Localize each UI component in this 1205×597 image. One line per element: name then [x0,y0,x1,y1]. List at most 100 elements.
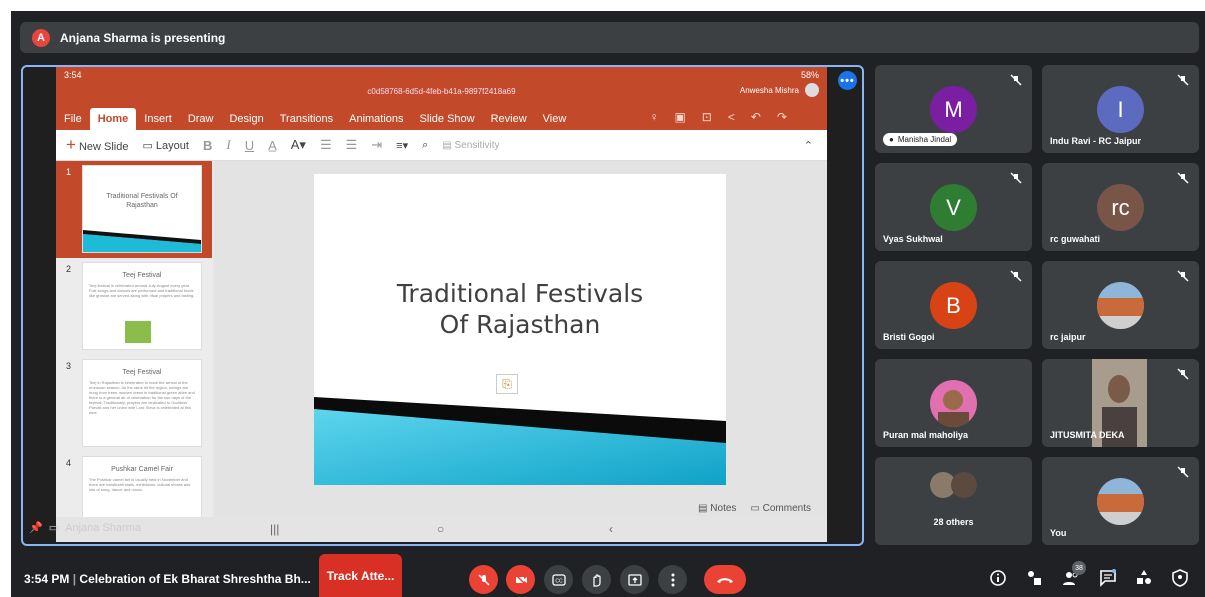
new-slide-button[interactable]: + New Slide [66,135,128,155]
underline-button[interactable]: U [245,138,254,153]
align-icon[interactable]: ≡▾ [396,139,408,152]
file-name: c0d58768-6d5d-4feb-b41a-9897f2418a69 [367,87,516,96]
tab-file[interactable]: File [56,108,90,130]
tab-design[interactable]: Design [221,108,271,130]
more-options-button[interactable] [658,565,687,594]
notes-button[interactable]: ▤ Notes [698,503,736,514]
slide-number: 4 [66,458,72,468]
redo-icon[interactable]: ↷ [777,110,787,124]
clock-time: 3:54 PM [24,572,70,586]
tab-slide-show[interactable]: Slide Show [412,108,483,130]
pin-icon[interactable]: 📌 [29,521,43,534]
camera-toggle-button[interactable] [506,565,535,594]
mic-off-icon [1177,270,1189,282]
bullets-icon[interactable]: ☰ [320,137,332,153]
save-icon[interactable]: ▣ [674,110,685,124]
more-options-icon[interactable]: ••• [838,71,857,90]
activities-icon[interactable] [1135,569,1153,587]
bold-button[interactable]: B [203,138,212,153]
share-icon[interactable]: < [728,110,735,124]
numbering-icon[interactable]: ☰ [346,137,358,153]
indent-icon[interactable]: ⇥ [371,137,382,153]
recent-apps-icon[interactable]: ||| [270,522,279,536]
thumbnail-card: Pushkar Camel Fair The Pushkar camel fai… [82,456,202,517]
current-slide[interactable]: Traditional Festivals Of Rajasthan ⎘ [314,174,726,485]
ppt-user-name: Anwesha Mishra [739,86,799,95]
thumbnail-stripe [83,230,201,252]
participant-tile-rc-guwahati[interactable]: rc rc guwahati [1042,163,1199,251]
info-icon[interactable] [989,569,1007,587]
tab-insert[interactable]: Insert [136,108,180,130]
plus-icon: + [66,135,76,154]
captions-button[interactable]: CC [544,565,573,594]
back-nav-icon[interactable]: ‹ [609,522,613,536]
participant-name: Vyas Sukhwal [883,234,943,244]
slide-thumbnail-2[interactable]: 2 Teej Festival Teej festival is celebra… [56,258,212,355]
present-now-button[interactable] [620,565,649,594]
tab-transitions[interactable]: Transitions [272,108,341,130]
pin-icon: ● [889,135,894,144]
presenting-text: Anjana Sharma is presenting [60,30,226,45]
mic-off-icon [1010,74,1022,86]
tab-home[interactable]: Home [89,108,137,130]
slide-thumbnail-4[interactable]: 4 Pushkar Camel Fair The Pushkar camel f… [56,452,212,517]
slide-number: 1 [66,167,72,177]
slide-thumbnail-3[interactable]: 3 Teej Festival Teej in Rajasthan is cel… [56,355,212,452]
host-controls-icon[interactable] [1171,569,1189,587]
participant-tile-jitusmita[interactable]: JITUSMITA DEKA [1042,359,1199,447]
tab-view[interactable]: View [535,108,575,130]
thumbnail-title: Teej Festival [122,369,162,376]
thumbnail-title: Teej Festival [122,272,162,279]
participant-tile-manisha[interactable]: M ● Manisha Jindal [875,65,1032,153]
shapes-icon[interactable] [1025,569,1043,587]
tab-draw[interactable]: Draw [180,108,222,130]
self-tile[interactable]: You [1042,457,1199,545]
sensitivity-button[interactable]: ▤ Sensitivity [442,140,499,151]
ribbon-tabs: File Home Insert Draw Design Transitions… [56,106,574,130]
mic-off-icon [1177,172,1189,184]
slide-thumbnail-1[interactable]: 1 Traditional Festivals Of Rajasthan [56,161,212,258]
leave-call-button[interactable] [704,565,746,594]
thumbnail-image [125,321,151,343]
thumbnail-title: Traditional Festivals Of Rajasthan [106,193,178,209]
participant-tile-indu[interactable]: I Indu Ravi - RC Jaipur [1042,65,1199,153]
avatar: I [1097,86,1144,133]
thumbnail-body: Teej festival is celebrated around July-… [89,283,195,298]
comments-label: Comments [762,502,811,514]
ppt-user-avatar[interactable] [805,83,819,97]
chat-icon[interactable] [1099,569,1117,587]
font-color-icon[interactable]: A▾ [291,137,306,153]
participant-tile-puran[interactable]: Puran mal maholiya [875,359,1032,447]
collapse-ribbon-icon[interactable]: ⌃ [804,139,813,152]
avatar [1097,282,1144,329]
participant-name: rc jaipur [1050,332,1086,342]
raise-hand-button[interactable] [582,565,611,594]
participant-tile-vyas[interactable]: V Vyas Sukhwal [875,163,1032,251]
mic-toggle-button[interactable] [469,565,498,594]
home-ribbon: + New Slide ▭ Layout B I U A̲ A▾ ☰ ☰ ⇥ ≡▾… [56,130,827,161]
search-icon[interactable]: ⌕ [422,139,428,152]
paste-options-icon[interactable]: ⎘ [496,374,518,394]
home-nav-icon[interactable]: ○ [437,522,444,536]
people-count-badge: 38 [1072,561,1086,575]
svg-text:CC: CC [555,578,563,584]
tab-review[interactable]: Review [483,108,535,130]
presenter-avatar: A [32,28,50,47]
presenting-banner: A Anjana Sharma is presenting [20,22,1199,53]
undo-icon[interactable]: ↶ [751,110,761,124]
italic-button[interactable]: I [226,137,230,153]
present-icon[interactable]: ⊡ [702,110,712,124]
others-tile[interactable]: 28 others [875,457,1032,545]
layout-button[interactable]: ▭ Layout [142,139,188,152]
track-attendance-button[interactable]: Track Atte... [319,554,402,597]
participant-tile-bristi[interactable]: B Bristi Gogoi [875,261,1032,349]
tab-animations[interactable]: Animations [341,108,411,130]
highlight-icon[interactable]: A̲ [268,138,277,153]
participant-tile-rc-jaipur[interactable]: rc jaipur [1042,261,1199,349]
comments-button[interactable]: ▭ Comments [750,503,811,514]
thumbnail-title: Pushkar Camel Fair [111,466,173,473]
participant-name: Manisha Jindal [897,135,952,144]
lightbulb-icon[interactable]: ♀ [649,110,658,124]
name-pill: ● Manisha Jindal [883,133,958,146]
thumbnail-body: The Pushkar camel fair is usually held i… [89,477,191,492]
